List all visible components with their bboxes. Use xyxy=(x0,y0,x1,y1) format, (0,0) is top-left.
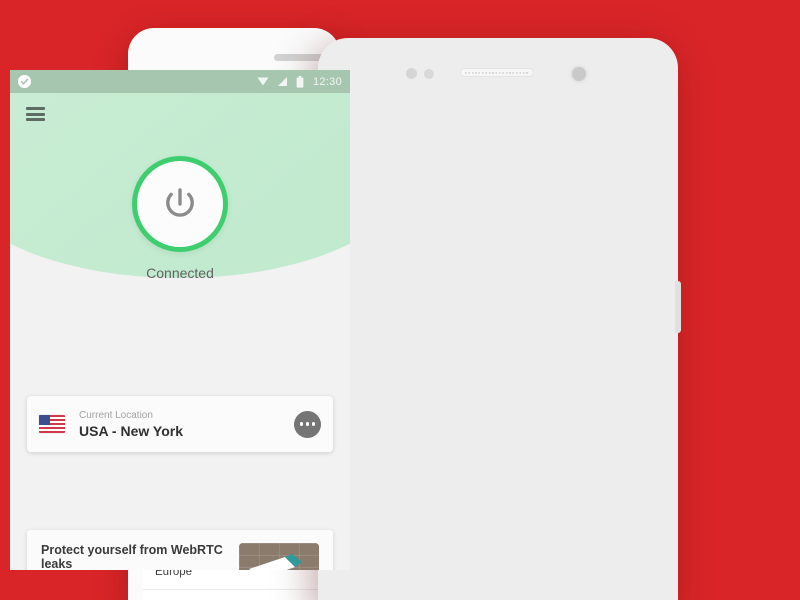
hamburger-menu-icon[interactable] xyxy=(26,107,45,121)
screenshot-stage: VPN Locations RECOMMENDED Asia Pacific A… xyxy=(0,0,800,600)
current-location-card[interactable]: Current Location USA - New York xyxy=(27,396,333,452)
front-phone-proximity-icon xyxy=(424,69,434,79)
signal-icon xyxy=(277,76,288,87)
front-phone-screen: 12:30 Connected Current Location USA - N… xyxy=(10,70,350,570)
app-check-icon xyxy=(18,75,31,88)
current-location-value: USA - New York xyxy=(79,422,183,439)
front-phone-device xyxy=(318,38,681,600)
front-phone-earpiece-speaker xyxy=(460,68,534,77)
connection-hero: Connected xyxy=(10,93,350,288)
article-title: Protect yourself from WebRTC leaks xyxy=(41,543,223,570)
article-card-webrtc[interactable]: Protect yourself from WebRTC leaks Unsur… xyxy=(27,530,333,570)
front-phone-side-button[interactable] xyxy=(675,281,681,333)
battery-icon xyxy=(296,75,304,88)
wifi-icon xyxy=(257,76,269,87)
current-location-label: Current Location xyxy=(79,409,153,421)
power-toggle-button[interactable] xyxy=(132,156,228,252)
flag-us-icon xyxy=(39,415,65,433)
front-phone-sensor-icon xyxy=(406,68,417,79)
android-status-bar: 12:30 xyxy=(10,70,350,93)
security-camera-image xyxy=(239,543,319,570)
connection-status-label: Connected xyxy=(146,265,214,281)
front-phone-camera-icon xyxy=(568,63,590,85)
status-bar-time: 12:30 xyxy=(312,75,342,88)
more-options-icon[interactable] xyxy=(294,410,321,438)
power-icon xyxy=(166,188,194,217)
